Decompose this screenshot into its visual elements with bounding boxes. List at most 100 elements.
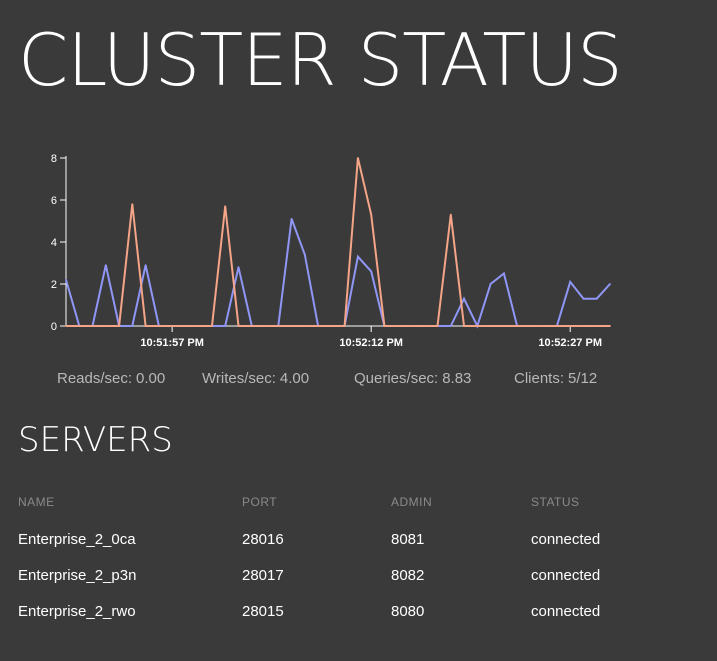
column-header-name[interactable]: NAME bbox=[18, 488, 242, 521]
writes-data-point bbox=[91, 325, 94, 327]
server-name: Enterprise_2_0ca bbox=[18, 530, 136, 548]
reads-data-point bbox=[357, 255, 359, 258]
server-admin-port: 8081 bbox=[391, 530, 425, 548]
writes-data-point bbox=[104, 325, 107, 327]
writes-data-point bbox=[197, 325, 200, 327]
y-tick-label: 8 bbox=[51, 153, 57, 165]
reads-data-point bbox=[463, 297, 465, 300]
x-tick-label: 10:52:12 PM bbox=[339, 337, 403, 349]
reads-data-point bbox=[609, 283, 611, 285]
server-port: 28016 bbox=[242, 530, 284, 548]
chart-axes: 0 2 4 6 8 10:51:57 PM 10:52:12 PM 10:52:27 PM bbox=[51, 153, 610, 349]
writes-series-line bbox=[66, 157, 610, 327]
server-status: connected bbox=[531, 602, 601, 620]
server-name: Enterprise_2_rwo bbox=[18, 602, 136, 620]
writes-data-point bbox=[489, 325, 492, 327]
page-title: CLUSTER STATUS bbox=[18, 18, 623, 102]
y-tick-label: 6 bbox=[51, 195, 57, 207]
writes-data-point bbox=[131, 203, 134, 206]
writes-data-point bbox=[609, 325, 611, 327]
writes-data-point bbox=[476, 325, 479, 327]
writes-data-point bbox=[184, 325, 187, 327]
reads-per-sec-label: Reads/sec: bbox=[57, 370, 133, 387]
server-admin-port: 8080 bbox=[391, 602, 425, 620]
chart-series bbox=[65, 157, 611, 329]
writes-per-sec-value: 4.00 bbox=[279, 370, 310, 387]
writes-data-point bbox=[503, 325, 505, 327]
writes-data-point bbox=[582, 325, 585, 327]
writes-data-point bbox=[65, 325, 67, 327]
reads-data-point bbox=[290, 218, 293, 220]
writes-data-point bbox=[277, 325, 280, 327]
clients-value: 5/12 bbox=[568, 370, 598, 387]
x-tick-label: 10:52:27 PM bbox=[538, 337, 602, 349]
table-row[interactable]: Enterprise_2_rwo 28015 8080 connected bbox=[18, 593, 708, 629]
reads-data-point bbox=[370, 270, 373, 273]
reads-data-point bbox=[65, 278, 67, 281]
x-tick-label: 10:51:57 PM bbox=[140, 337, 204, 349]
writes-data-point bbox=[556, 325, 558, 327]
server-name: Enterprise_2_p3n bbox=[18, 566, 137, 584]
clients-stat: Clients: 5/12 bbox=[514, 370, 597, 387]
writes-data-point bbox=[436, 325, 439, 327]
reads-data-point bbox=[595, 297, 598, 300]
writes-data-point bbox=[370, 213, 373, 216]
cluster-stats: Reads/sec: 0.00 Writes/sec: 4.00 Queries/s… bbox=[0, 368, 717, 392]
server-status: connected bbox=[531, 530, 601, 548]
reads-data-point bbox=[303, 253, 306, 256]
servers-table-header: NAME PORT ADMIN STATUS bbox=[18, 488, 708, 521]
queries-per-sec-stat: Queries/sec: 8.83 bbox=[354, 370, 471, 387]
writes-data-point bbox=[144, 325, 147, 327]
reads-data-point bbox=[224, 325, 227, 327]
writes-data-point bbox=[449, 213, 452, 216]
server-port: 28017 bbox=[242, 566, 284, 584]
writes-data-point bbox=[171, 325, 174, 327]
writes-data-point bbox=[264, 325, 266, 327]
table-row[interactable]: Enterprise_2_p3n 28017 8082 connected bbox=[18, 557, 708, 593]
writes-data-point bbox=[423, 325, 426, 327]
reads-data-point bbox=[449, 325, 452, 327]
writes-data-point bbox=[343, 325, 346, 327]
writes-data-point bbox=[516, 325, 518, 327]
activity-line-chart: 0 2 4 6 8 10:51:57 PM 10:52:12 PM 10:52:27 PM bbox=[51, 153, 611, 349]
writes-data-point bbox=[237, 325, 240, 327]
servers-title: SERVERS bbox=[18, 420, 173, 460]
reads-series-line bbox=[65, 218, 611, 329]
table-row[interactable]: Enterprise_2_0ca 28016 8081 connected bbox=[18, 521, 708, 557]
writes-data-point bbox=[595, 325, 598, 327]
writes-data-point bbox=[542, 325, 545, 327]
writes-data-point bbox=[211, 325, 213, 327]
y-tick-label: 2 bbox=[51, 279, 57, 291]
column-header-admin[interactable]: ADMIN bbox=[391, 488, 531, 521]
reads-per-sec-stat: Reads/sec: 0.00 bbox=[57, 370, 165, 387]
reads-data-point bbox=[144, 264, 147, 266]
writes-data-point bbox=[569, 325, 572, 327]
reads-data-point bbox=[569, 281, 572, 283]
reads-data-point bbox=[237, 266, 240, 269]
server-port: 28015 bbox=[242, 602, 284, 620]
reads-data-point bbox=[503, 272, 505, 275]
writes-per-sec-stat: Writes/sec: 4.00 bbox=[202, 370, 309, 387]
reads-data-point bbox=[582, 297, 585, 300]
column-header-port[interactable]: PORT bbox=[242, 488, 391, 521]
server-admin-port: 8082 bbox=[391, 566, 425, 584]
writes-data-point bbox=[357, 157, 359, 159]
writes-data-point bbox=[118, 325, 120, 327]
server-status: connected bbox=[531, 566, 601, 584]
column-header-status[interactable]: STATUS bbox=[531, 488, 708, 521]
writes-data-point bbox=[317, 325, 319, 327]
reads-per-sec-value: 0.00 bbox=[136, 370, 166, 387]
reads-data-point bbox=[131, 325, 134, 327]
queries-per-sec-value: 8.83 bbox=[442, 370, 472, 387]
writes-data-point bbox=[463, 325, 465, 327]
writes-data-point bbox=[410, 325, 412, 327]
writes-data-point bbox=[250, 325, 253, 327]
writes-data-point bbox=[383, 325, 386, 327]
y-tick-label: 4 bbox=[51, 237, 57, 249]
y-tick-label: 0 bbox=[51, 321, 57, 333]
writes-per-sec-label: Writes/sec: bbox=[202, 370, 276, 387]
reads-data-point bbox=[489, 283, 492, 285]
writes-data-point bbox=[78, 325, 81, 327]
servers-table: NAME PORT ADMIN STATUS Enterprise_2_0ca … bbox=[18, 488, 708, 629]
writes-data-point bbox=[224, 205, 227, 208]
